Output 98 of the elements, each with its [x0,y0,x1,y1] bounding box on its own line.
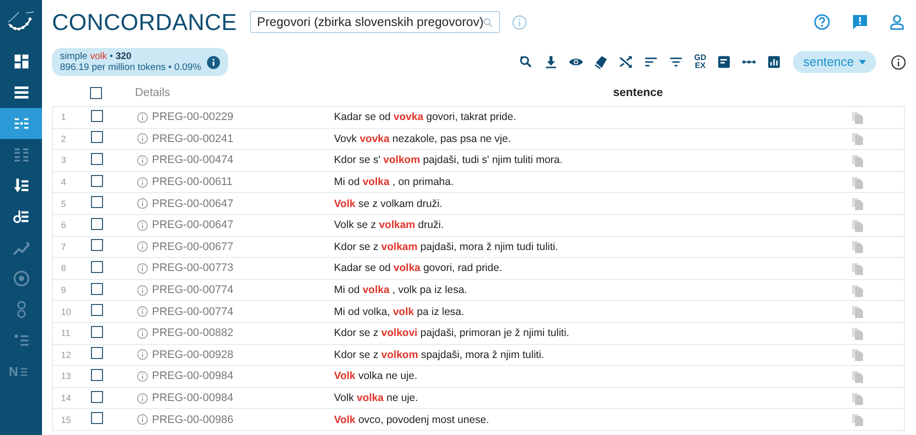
copy-icon[interactable] [852,326,863,340]
column-header: Details [135,87,172,99]
row-checkbox[interactable] [91,304,103,316]
sentence-text: Volk volka ne uje. [334,392,418,404]
document-id[interactable]: PREG-00-00241 [152,132,234,145]
row-number: 7 [61,242,66,252]
info-icon[interactable] [207,56,220,68]
row-number: 3 [61,155,66,166]
row-checkbox[interactable] [91,282,103,295]
row-checkbox[interactable] [91,412,103,424]
copy-icon[interactable] [852,262,863,275]
row-checkbox[interactable] [91,152,103,165]
document-id[interactable]: PREG-00-00647 [152,219,234,232]
copy-icon[interactable] [852,197,863,210]
document-id[interactable]: PREG-00-00984 [152,392,234,404]
row-number: 12 [61,350,72,360]
row-checkbox[interactable] [91,174,103,187]
row-number: 1 [61,112,66,122]
document-id[interactable]: PREG-00-00773 [152,262,234,274]
sentence-text: Kdor se z volkam pajdaši, mora ž njim tudi tuliti. [334,240,558,253]
help-icon[interactable] [814,14,830,30]
corpus-search-field[interactable]: Pregovori (zbirka slovenskih pregovorov) [250,11,500,33]
sentence-text: Volk ovco, povodenj most unese. [334,414,490,426]
sentence-text: Volk se z volkam druži. [334,219,444,232]
copy-icon[interactable] [852,305,863,318]
caret-icon [859,60,866,64]
row-checkbox[interactable] [91,196,103,208]
row-number: 2 [61,134,66,144]
document-id[interactable]: PREG-00-00774 [152,284,234,296]
document-id[interactable]: PREG-00-00474 [152,154,234,166]
row-number: 9 [61,285,66,296]
row-checkbox[interactable] [91,131,103,144]
document-icon[interactable] [716,54,732,70]
row-number: 11 [61,328,70,338]
sentence-text: Volk se z volkam druži. [334,198,442,210]
document-id[interactable]: PREG-00-00882 [152,327,234,340]
sentence-text: Mi od volka , on primaha. [334,176,454,188]
sentence-text: Mi od volka , volk pa iz lesa. [334,284,468,296]
copy-icon[interactable] [852,392,863,405]
copy-icon[interactable] [852,110,863,124]
document-id[interactable]: PREG-00-00986 [152,414,234,426]
sentence-text: Kdor se s' volkom pajdaši, tudi s' njim tuliti mora. [334,154,563,166]
copy-icon[interactable] [852,370,863,383]
chart-icon[interactable] [766,54,782,70]
copy-icon[interactable] [852,284,863,297]
copy-icon[interactable] [852,218,863,232]
column-header: sentence [613,87,663,99]
row-checkbox[interactable] [91,347,103,360]
user-icon[interactable] [890,14,904,30]
shuffle-icon[interactable] [618,54,634,70]
menu-icon [12,52,30,71]
sentence-text: Kdor se z volkom spajdaši, mora ž njim tuliti. [334,348,544,361]
sentence-text: Kadar se od vovka govori, takrat pride. [334,111,516,124]
row-checkbox[interactable] [91,110,103,122]
copy-icon[interactable] [852,348,863,362]
page-title: CONCORDANCE [52,8,238,36]
copy-icon[interactable] [852,413,863,426]
sentence-text: Vovk vovka nezakole, pas psa ne vje. [334,132,511,145]
row-number: 14 [61,393,72,404]
copy-icon[interactable] [852,176,863,189]
copy-icon[interactable] [852,132,863,146]
menu-icon [12,269,30,288]
query-text: simple volk • 320 [60,51,132,62]
document-id[interactable]: PREG-00-00984 [152,370,234,382]
row-number: 6 [61,220,66,230]
document-id[interactable]: PREG-00-00928 [152,348,234,361]
sentence-text: Kadar se od volka govori, rad pride. [334,262,502,274]
document-id[interactable]: PREG-00-00229 [152,111,234,124]
row-number: 13 [61,371,72,382]
row-number: 15 [61,414,72,425]
document-id[interactable]: PREG-00-00647 [152,198,234,210]
row-number: 5 [61,198,66,209]
row-checkbox[interactable] [91,390,103,403]
feedback-icon[interactable] [852,14,868,30]
search-icon [483,16,493,28]
document-id[interactable]: PREG-00-00774 [152,306,234,318]
info-icon[interactable] [891,54,906,70]
gdex-button[interactable]: GD EX [693,54,708,70]
row-number: 10 [61,306,72,317]
sentence-text: Volk volka ne uje. [334,370,418,382]
menu-icon [12,176,30,195]
copy-icon[interactable] [852,240,863,254]
row-number: 4 [61,177,66,188]
row-checkbox[interactable] [91,260,103,273]
row-checkbox[interactable] [91,368,103,381]
document-id[interactable]: PREG-00-00611 [152,176,233,188]
row-checkbox[interactable] [90,87,102,99]
sentence-text: Kdor se z volkovi pajdaši, primoran je ž njimi tuliti. [334,327,570,340]
sentence-text: Mi od volka, volk pa iz lesa. [334,306,464,318]
row-checkbox[interactable] [91,239,103,252]
document-id[interactable]: PREG-00-00677 [152,240,234,253]
view-dropdown[interactable]: sentence [793,51,876,73]
row-checkbox[interactable] [91,326,103,338]
ticket-icon[interactable] [593,54,610,70]
frequency-text: 896.19 per million tokens • 0.09% [60,62,202,73]
row-number: 8 [61,263,66,274]
copy-icon[interactable] [852,154,863,167]
row-checkbox[interactable] [91,218,103,230]
